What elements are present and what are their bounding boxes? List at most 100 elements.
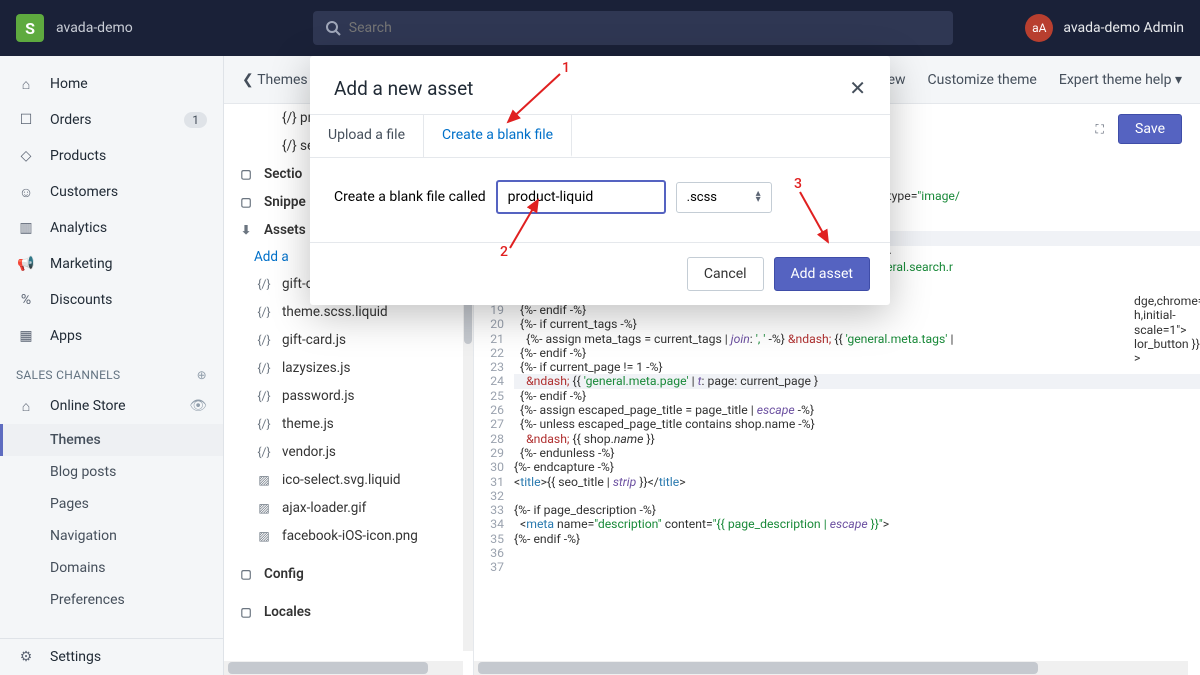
home-icon: ⌂ [16, 74, 36, 94]
add-asset-button[interactable]: Add asset [774, 257, 870, 291]
modal-title: Add a new asset [334, 77, 473, 100]
nav-customers[interactable]: ☺ Customers [0, 174, 223, 210]
back-label: Themes [257, 72, 307, 88]
nav-marketing[interactable]: 📢 Marketing [0, 246, 223, 282]
nav-products[interactable]: ◇ Products [0, 138, 223, 174]
add-channel-icon[interactable]: ⊕ [197, 368, 207, 382]
add-asset-modal: Add a new asset ✕ Upload a file Create a… [310, 56, 890, 305]
tree-scrollbar-h[interactable] [224, 661, 463, 675]
tree-file[interactable]: {/}theme.js [224, 410, 473, 438]
tab-create-blank[interactable]: Create a blank file [424, 115, 572, 157]
nav-label: Home [50, 76, 88, 92]
liquid-icon: {/} [254, 443, 274, 461]
image-icon: ▨ [254, 499, 274, 517]
orders-icon: ☐ [16, 110, 36, 130]
tree-folder[interactable]: ▢Locales [224, 598, 473, 626]
avatar[interactable]: aA [1025, 14, 1053, 42]
nav-label: Preferences [50, 592, 125, 608]
store-name: avada-demo [56, 20, 133, 36]
liquid-icon: {/} [254, 303, 274, 321]
nav-blogposts[interactable]: Blog posts [0, 456, 223, 488]
filename-input[interactable] [496, 180, 666, 214]
extension-select[interactable]: .scss ▴▾ [676, 182, 772, 213]
nav-home[interactable]: ⌂ Home [0, 66, 223, 102]
tree-file[interactable]: {/}password.js [224, 382, 473, 410]
select-caret-icon: ▴▾ [756, 191, 761, 203]
nav-label: Domains [50, 560, 105, 576]
nav-orders[interactable]: ☐ Orders 1 [0, 102, 223, 138]
nav-label: Settings [50, 649, 101, 665]
section-label: SALES CHANNELS [16, 368, 120, 382]
folder-icon: ▢ [236, 603, 256, 621]
tree-file[interactable]: ▨ajax-loader.gif [224, 494, 473, 522]
search-icon [325, 20, 341, 36]
tree-file[interactable]: {/}gift-card.js [224, 326, 473, 354]
preview-link[interactable]: ew [888, 72, 906, 88]
nav-label: Products [50, 148, 106, 164]
megaphone-icon: 📢 [16, 254, 36, 274]
tree-file[interactable]: ▨ico-select.svg.liquid [224, 466, 473, 494]
nav-discounts[interactable]: %Discounts [0, 282, 223, 318]
nav-analytics[interactable]: ▥ Analytics [0, 210, 223, 246]
tab-upload[interactable]: Upload a file [310, 115, 424, 157]
tree-file[interactable]: {/}vendor.js [224, 438, 473, 466]
nav-section-channels: SALES CHANNELS ⊕ [0, 354, 223, 388]
customize-link[interactable]: Customize theme [928, 72, 1037, 88]
nav-label: Online Store [50, 398, 126, 414]
search-bar[interactable] [313, 11, 953, 45]
liquid-icon: {/} [254, 331, 274, 349]
liquid-icon: {/} [254, 415, 274, 433]
folder-icon: ⬇ [236, 221, 256, 239]
nav-apps[interactable]: ▦ Apps [0, 318, 223, 354]
topbar: S avada-demo aA avada-demo Admin [0, 0, 1200, 56]
person-icon: ☺ [16, 182, 36, 202]
nav-label: Navigation [50, 528, 117, 544]
sidebar: ⌂ Home ☐ Orders 1 ◇ Products ☺ Customers ▥ Ana… [0, 56, 224, 675]
bars-icon: ▥ [16, 218, 36, 238]
nav-label: Apps [50, 328, 82, 344]
nav-navigation[interactable]: Navigation [0, 520, 223, 552]
code-scrollbar-h[interactable] [474, 661, 1188, 675]
tree-folder[interactable]: ▢Config [224, 560, 473, 588]
nav-domains[interactable]: Domains [0, 552, 223, 584]
store-icon: ⌂ [16, 396, 36, 416]
liquid-icon: {/} [254, 359, 274, 377]
nav-label: Blog posts [50, 464, 116, 480]
nav-pages[interactable]: Pages [0, 488, 223, 520]
close-icon[interactable]: ✕ [849, 76, 866, 100]
nav-label: Analytics [50, 220, 107, 236]
tree-file[interactable]: {/}lazysizes.js [224, 354, 473, 382]
liquid-icon [254, 109, 274, 127]
expand-icon[interactable]: ⛶ [1096, 122, 1105, 137]
nav-label: Orders [50, 112, 92, 128]
orders-badge: 1 [184, 112, 207, 128]
nav-label: Marketing [50, 256, 113, 272]
cancel-button[interactable]: Cancel [687, 257, 764, 291]
folder-icon: ▢ [236, 165, 256, 183]
lnk-label: Expert theme help [1059, 72, 1172, 88]
search-input[interactable] [349, 20, 941, 36]
tree-file[interactable]: ▨facebook-iOS-icon.png [224, 522, 473, 550]
liquid-icon: {/} [254, 275, 274, 293]
save-button[interactable]: Save [1118, 114, 1182, 144]
nav-settings[interactable]: ⚙ Settings [0, 639, 223, 675]
folder-icon: ▢ [236, 193, 256, 211]
back-link[interactable]: ❮ Themes [242, 72, 308, 88]
shopify-logo: S [16, 14, 44, 42]
nav-label: Pages [50, 496, 89, 512]
nav-label: Customers [50, 184, 118, 200]
tag-icon: ◇ [16, 146, 36, 166]
nav-preferences[interactable]: Preferences [0, 584, 223, 616]
liquid-icon [254, 137, 274, 155]
expert-help-link[interactable]: Expert theme help ▾ [1059, 72, 1182, 88]
image-icon: ▨ [254, 527, 274, 545]
ext-value: .scss [687, 190, 717, 205]
grid-icon: ▦ [16, 326, 36, 346]
username[interactable]: avada-demo Admin [1063, 20, 1184, 36]
image-icon: ▨ [254, 471, 274, 489]
eye-icon[interactable]: 👁 [189, 398, 207, 414]
nav-online-store[interactable]: ⌂ Online Store 👁 [0, 388, 223, 424]
nav-themes[interactable]: Themes [0, 424, 223, 456]
gear-icon: ⚙ [16, 647, 36, 667]
folder-icon: ▢ [236, 565, 256, 583]
